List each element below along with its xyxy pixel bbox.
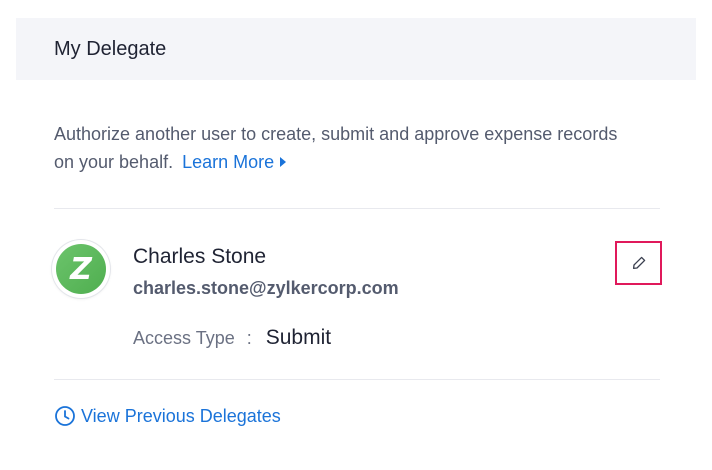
access-type-value: Submit [265,326,332,349]
delegate-email: charles.stone@zylkercorp.com [133,278,399,298]
divider [54,208,660,209]
description-text: Authorize another user to create, submit… [54,124,618,172]
clock-icon [54,405,76,427]
view-previous-delegates-link[interactable]: View Previous Delegates [54,405,281,427]
access-type-separator: : [246,328,252,348]
divider [54,379,660,380]
learn-more-link[interactable]: Learn More [182,152,287,172]
view-previous-label: View Previous Delegates [81,405,281,426]
pencil-icon [632,256,645,270]
access-type-label: Access Type [133,328,235,348]
edit-delegate-button[interactable] [615,241,662,285]
page-title: My Delegate [54,37,167,60]
learn-more-label: Learn More [182,152,275,172]
avatar-letter: Z [56,244,106,294]
access-type-row: Access Type : Submit [133,326,331,350]
delegate-name: Charles Stone [133,245,267,268]
panel-header: My Delegate [16,18,696,80]
avatar: Z [52,240,110,298]
delegate-description: Authorize another user to create, submit… [54,120,634,176]
delegate-panel: My Delegate Authorize another user to cr… [0,0,712,470]
caret-right-icon [280,157,287,167]
